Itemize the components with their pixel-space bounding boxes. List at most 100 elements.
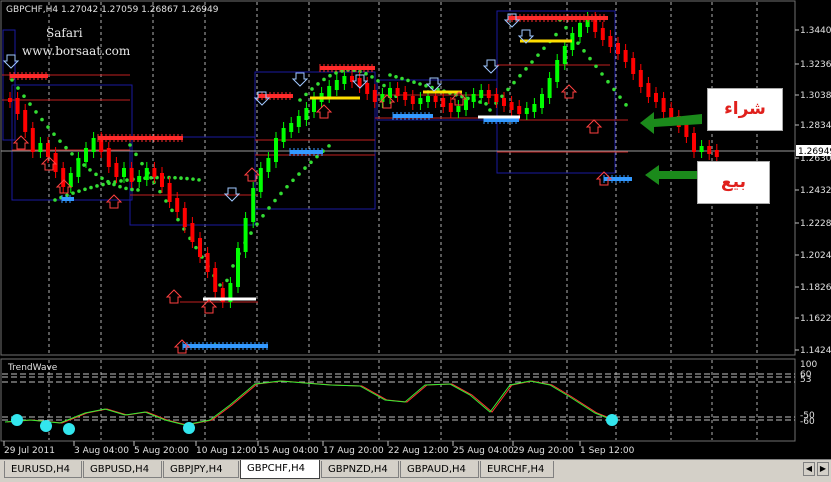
candle-body [540, 94, 544, 108]
scroll-right-icon[interactable]: ▶ [817, 462, 829, 476]
candle-body [464, 98, 468, 110]
trend-dot [173, 175, 177, 180]
trend-dot [303, 166, 307, 170]
price-axis-label: 1.16220 [800, 314, 831, 324]
candle-body [608, 36, 613, 47]
trend-dot [612, 87, 616, 92]
candle-body [456, 106, 461, 112]
trend-dot [291, 178, 295, 183]
candle-body [46, 143, 50, 157]
trend-dot [58, 139, 62, 143]
price-axis-label: 1.30380 [800, 91, 831, 101]
trend-dot [16, 86, 20, 90]
tab-gbpjpy-h4[interactable]: GBPJPY,H4 [163, 461, 239, 478]
trend-dot [327, 144, 331, 148]
candle-body [418, 98, 423, 104]
time-axis-label: 1 Sep 12:00 [580, 446, 635, 456]
scroll-left-icon[interactable]: ◀ [803, 462, 815, 476]
candle-body [296, 116, 301, 127]
trend-dot [170, 208, 174, 213]
candle-body [274, 138, 278, 162]
price-axis-label: 1.28340 [800, 121, 831, 131]
candle-body [365, 83, 370, 94]
trend-dot [107, 181, 111, 186]
oscillator-signal-circle [11, 414, 23, 426]
time-axis-label: 25 Aug 04:00 [453, 446, 514, 456]
candle-body [205, 253, 210, 272]
candle-body [502, 98, 506, 106]
candle-body [441, 98, 446, 107]
candle-body [213, 268, 218, 292]
candle-body [61, 168, 66, 187]
price-axis-label: 1.32360 [800, 60, 831, 70]
trend-dot [506, 87, 510, 92]
candle-body [91, 138, 96, 152]
trend-dot [530, 60, 534, 64]
candle-body [258, 168, 263, 192]
candle-body [631, 58, 636, 74]
candle-body [395, 88, 400, 96]
trend-dot [624, 103, 628, 107]
tab-eurusd-h4[interactable]: EURUSD,H4 [4, 461, 82, 478]
chart-canvas[interactable]: GBPCHF,H4 1.27042 1.27059 1.26867 1.2694… [0, 0, 831, 481]
trend-dot [164, 199, 168, 203]
oscillator-signal-circle [183, 422, 195, 434]
sell-annotation: بيع [697, 161, 770, 204]
candle-body [403, 92, 408, 100]
signal-bar [258, 94, 293, 98]
tab-gbpaud-h4[interactable]: GBPAUD,H4 [400, 461, 479, 478]
trend-dot [285, 184, 289, 189]
trend-dot [197, 178, 201, 182]
sell-arrow-icon [645, 165, 701, 185]
subchart-axis: 1006053-50-60 [800, 360, 817, 427]
trend-dot [119, 179, 123, 183]
trend-dot [400, 76, 404, 81]
trend-dot [382, 83, 386, 88]
trend-dot [124, 186, 128, 191]
candle-body [699, 146, 704, 152]
time-axis-label: 22 Aug 12:00 [388, 446, 449, 456]
trend-dot [304, 92, 308, 97]
trend-dot [46, 125, 50, 129]
price-axis-label: 1.20240 [800, 251, 831, 261]
trend-dot [588, 56, 592, 61]
trend-dot [89, 185, 93, 190]
trend-dot [582, 49, 586, 53]
time-axis-label: 29 Aug 20:00 [513, 446, 574, 456]
price-axis-label: 1.22280 [800, 219, 831, 229]
symbol-tab-bar: EURUSD,H4 GBPUSD,H4 GBPJPY,H4 GBPCHF,H4 GBPN… [0, 459, 831, 482]
trend-dot [94, 172, 98, 177]
trend-dot [82, 163, 86, 167]
candle-body [426, 96, 430, 102]
candle-body [243, 218, 248, 252]
trend-dot [100, 176, 104, 181]
trend-dot [388, 73, 392, 77]
candle-body [327, 86, 332, 97]
candle-body [448, 103, 453, 112]
tab-gbpusd-h4[interactable]: GBPUSD,H4 [83, 461, 162, 478]
trend-dot [101, 182, 105, 187]
candle-body [129, 168, 134, 182]
trend-dot [185, 176, 189, 181]
candle-body [410, 96, 415, 104]
trend-dot [618, 95, 622, 99]
candle-body [654, 93, 658, 102]
candle-body [600, 28, 605, 40]
time-axis-label: 3 Aug 04:00 [74, 446, 129, 456]
candle-body [167, 183, 172, 202]
candle-body [524, 108, 529, 114]
trend-dot [500, 94, 504, 99]
trend-dot [128, 143, 132, 147]
trend-dot [309, 160, 313, 165]
signal-bar [484, 118, 519, 122]
trend-dot [364, 71, 368, 76]
trend-dot [267, 206, 271, 210]
trend-dot [53, 198, 57, 202]
trend-dot [297, 172, 301, 176]
tab-gbpnzd-h4[interactable]: GBPNZD,H4 [321, 461, 399, 478]
trend-dot [52, 132, 56, 137]
tab-gbpchf-h4[interactable]: GBPCHF,H4 [240, 460, 320, 479]
trend-dot [536, 53, 540, 57]
price-axis-label: 1.18260 [800, 283, 831, 293]
tab-eurchf-h4[interactable]: EURCHF,H4 [480, 461, 554, 478]
